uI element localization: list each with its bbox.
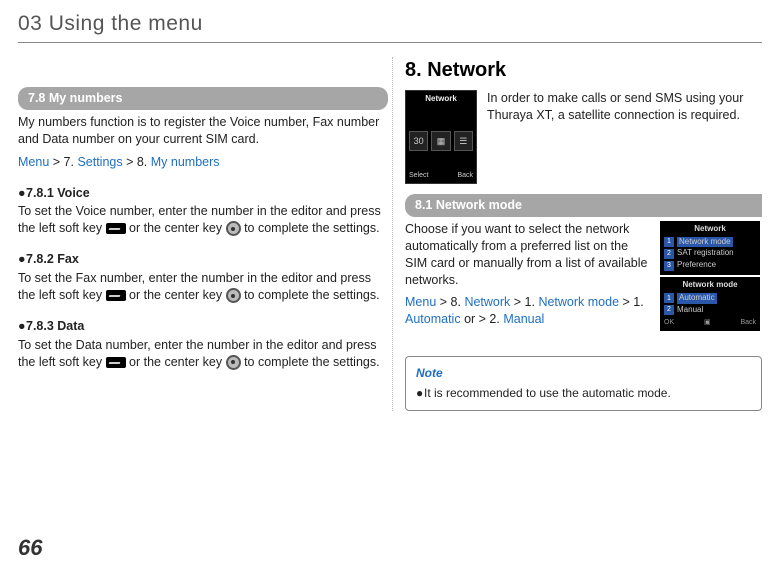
- mini-a-r2: SAT registration: [677, 248, 734, 259]
- left-soft-key-icon: [106, 290, 126, 301]
- network-mode-body: Choose if you want to select the network…: [405, 221, 652, 289]
- crumb-s3: > 1.: [619, 295, 644, 309]
- sub-heading-fax: ●7.8.2 Fax: [18, 251, 388, 268]
- crumb-manual: Manual: [503, 312, 544, 326]
- crumb-network: Network: [464, 295, 510, 309]
- mini-screens: Network 1Network mode 2SAT registration …: [660, 221, 762, 334]
- voice-t2: or the center key: [126, 221, 226, 235]
- fax-t3: to complete the settings.: [241, 288, 380, 302]
- crumb-netmode: Network mode: [538, 295, 619, 309]
- note-box: Note ●It is recommended to use the autom…: [405, 356, 762, 410]
- center-key-icon: [226, 288, 241, 303]
- sub-h-fax-text: 7.8.2 Fax: [26, 252, 79, 266]
- data-t3: to complete the settings.: [241, 355, 380, 369]
- phone-icon-1: 30: [409, 131, 428, 151]
- note-item: ●It is recommended to use the automatic …: [416, 385, 751, 401]
- voice-paragraph: To set the Voice number, enter the numbe…: [18, 203, 388, 237]
- intro-paragraph: My numbers function is to register the V…: [18, 114, 388, 148]
- crumb-menu2: Menu: [405, 295, 436, 309]
- section-heading-network: 8. Network: [405, 57, 762, 84]
- data-paragraph: To set the Data number, enter the number…: [18, 337, 388, 371]
- left-soft-key-icon: [106, 223, 126, 234]
- fax-paragraph: To set the Fax number, enter the number …: [18, 270, 388, 304]
- phone-bottombar: Select Back: [409, 171, 473, 180]
- sub-h-data-text: 7.8.3 Data: [26, 319, 84, 333]
- right-column: 8. Network Network 30 ▦ ☰ Select Back In…: [392, 57, 762, 411]
- mini-b-r2: Manual: [677, 305, 703, 316]
- section-bar-network-mode: 8.1 Network mode: [405, 194, 762, 217]
- note-text: It is recommended to use the automatic m…: [424, 386, 671, 400]
- crumb-sep2: > 8.: [123, 155, 151, 169]
- crumb-sep1: > 7.: [49, 155, 77, 169]
- phone-icon-2: ▦: [431, 131, 450, 151]
- crumb-s2: > 1.: [510, 295, 538, 309]
- phone-soft-right: Back: [457, 171, 473, 180]
- breadcrumb-network-mode: Menu > 8. Network > 1. Network mode > 1.…: [405, 294, 652, 328]
- divider: [18, 42, 762, 43]
- phone-icon-3: ☰: [454, 131, 473, 151]
- mini-b-title: Network mode: [664, 280, 756, 291]
- section-bar-my-numbers: 7.8 My numbers: [18, 87, 388, 110]
- note-title: Note: [416, 365, 751, 381]
- mini-b-br: Back: [740, 318, 756, 327]
- center-key-icon: [226, 355, 241, 370]
- mini-a-r3: Preference: [677, 260, 716, 271]
- sub-heading-voice: ●7.8.1 Voice: [18, 185, 388, 202]
- screen-and-intro: Network 30 ▦ ☰ Select Back In order to m…: [405, 90, 762, 184]
- mini-screen-mode-list: Network mode 1Automatic 2Manual OK▣Back: [660, 277, 760, 331]
- phone-icons-row: 30 ▦ ☰: [409, 131, 473, 151]
- sub-heading-data: ●7.8.3 Data: [18, 318, 388, 335]
- page-number: 66: [18, 535, 42, 561]
- data-t2: or the center key: [126, 355, 226, 369]
- phone-soft-left: Select: [409, 171, 428, 180]
- crumb-menu: Menu: [18, 155, 49, 169]
- sub-h-voice-text: 7.8.1 Voice: [26, 186, 90, 200]
- fax-t2: or the center key: [126, 288, 226, 302]
- crumb-settings: Settings: [77, 155, 122, 169]
- phone-titlebar: Network: [409, 94, 473, 105]
- left-column: 7.8 My numbers My numbers function is to…: [18, 57, 388, 411]
- chapter-title: 03 Using the menu: [18, 12, 762, 36]
- phone-screen-network: Network 30 ▦ ☰ Select Back: [405, 90, 477, 184]
- crumb-s4: or > 2.: [461, 312, 504, 326]
- columns: 7.8 My numbers My numbers function is to…: [18, 57, 762, 411]
- breadcrumb-my-numbers: Menu > 7. Settings > 8. My numbers: [18, 154, 388, 171]
- mini-screen-network-list: Network 1Network mode 2SAT registration …: [660, 221, 760, 275]
- mini-a-r1: Network mode: [677, 237, 733, 248]
- left-soft-key-icon: [106, 357, 126, 368]
- network-intro-text: In order to make calls or send SMS using…: [487, 90, 762, 184]
- mini-a-title: Network: [664, 224, 756, 235]
- crumb-s1: > 8.: [436, 295, 464, 309]
- crumb-auto: Automatic: [405, 312, 461, 326]
- mini-b-bl: OK: [664, 318, 674, 327]
- voice-t3: to complete the settings.: [241, 221, 380, 235]
- crumb-mynumbers: My numbers: [151, 155, 220, 169]
- mini-b-r1: Automatic: [677, 293, 717, 304]
- center-key-icon: [226, 221, 241, 236]
